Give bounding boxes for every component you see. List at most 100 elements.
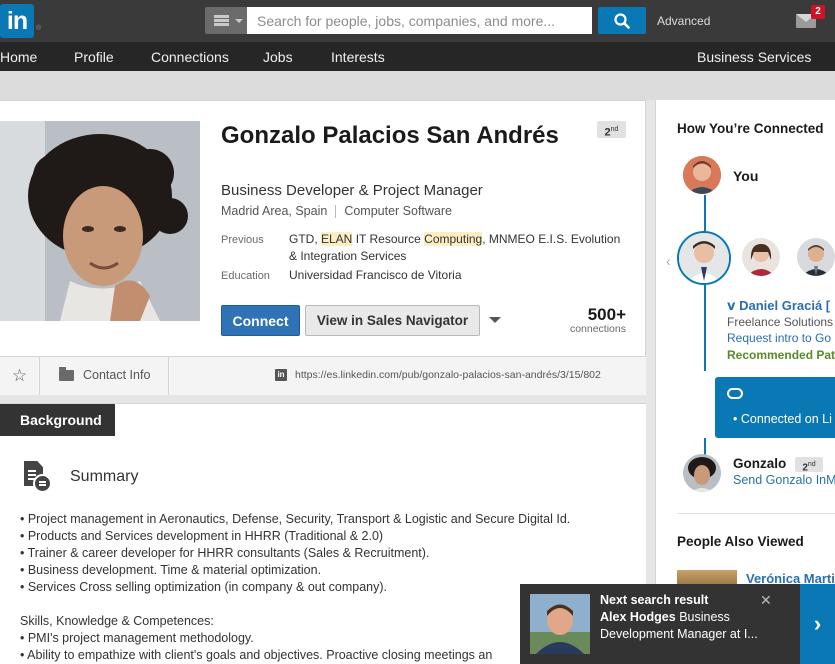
connection-avatar-3[interactable] (797, 238, 835, 276)
connection-avatar-main[interactable] (677, 231, 731, 285)
search-input[interactable] (247, 7, 592, 34)
prev-text: IT Resource (352, 232, 425, 246)
target-avatar[interactable] (683, 454, 721, 492)
prev-text: , MNMEO E.I.S. Evolution (482, 232, 621, 246)
connection-line (704, 283, 706, 371)
search-icon (614, 13, 630, 29)
you-avatar-art (683, 156, 721, 194)
how-connected-title: How You’re Connected (677, 121, 824, 136)
contact-info-button[interactable]: Contact Info (41, 357, 169, 395)
prev-text: GTD, (289, 232, 321, 246)
advanced-search-link[interactable]: Advanced (657, 14, 710, 28)
sales-navigator-button[interactable]: View in Sales Navigator (305, 305, 480, 336)
summary-badge-icon (33, 474, 52, 493)
education-value[interactable]: Universidad Francisco de Vitoria (289, 267, 629, 284)
toast-person-name: Alex Hodges (600, 610, 676, 624)
caret-down-icon (235, 19, 243, 23)
prev-highlight[interactable]: Computing (424, 232, 483, 246)
previous-positions: GTD, ELAN IT Resource Computing, MNMEO E… (289, 231, 629, 265)
nav-business-services[interactable]: Business Services (697, 49, 811, 65)
connected-on-box[interactable]: • Connected on Li (715, 377, 835, 438)
mutual-connection-name[interactable]: ⅴ Daniel Graciá [ (727, 298, 830, 314)
education-label: Education (221, 270, 270, 282)
nav-jobs[interactable]: Jobs (263, 49, 293, 65)
background-tab[interactable]: Background (0, 404, 115, 436)
profile-card: Gonzalo Palacios San Andrés Business Dev… (0, 100, 646, 395)
menu-icon (214, 15, 229, 26)
connection-avatar-art (679, 233, 729, 283)
linked-rings-icon (727, 388, 743, 399)
contact-info-label: Contact Info (83, 368, 151, 382)
summary-line: • PMI's project management methodology. (20, 631, 254, 645)
toast-heading: Next search result (600, 593, 709, 607)
nav-home[interactable]: Home (0, 49, 37, 65)
public-profile-url[interactable]: https://es.linkedin.com/pub/gonzalo-pala… (295, 369, 601, 381)
nav-bar: Home Profile Connections Jobs Interests … (0, 42, 835, 71)
connector-icon: ⅴ (727, 298, 740, 313)
previous-label: Previous (221, 234, 264, 246)
registered-mark: ® (36, 25, 42, 32)
profile-photo-art (0, 121, 200, 321)
next-search-result-toast[interactable]: Next search result Alex Hodges Business … (520, 584, 835, 664)
more-actions-caret-icon[interactable] (489, 317, 501, 323)
degree-suffix: nd (610, 126, 619, 133)
summary-line: • Products and Services development in H… (20, 529, 384, 543)
profile-location-line: Madrid Area, Spain Computer Software (221, 204, 452, 219)
connected-on-text: • Connected on Li (733, 412, 832, 426)
profile-card-footer: ☆ Contact Info in https://es.linkedin.co… (0, 356, 646, 395)
prev-highlight[interactable]: ELAN (321, 232, 353, 246)
summary-line: • Ability to empathize with client's goa… (20, 648, 493, 662)
send-inmail-link[interactable]: Send Gonzalo InM (733, 473, 835, 487)
nav-connections[interactable]: Connections (151, 49, 229, 65)
summary-line: • Trainer & career developer for HHRR co… (20, 546, 430, 560)
nav-profile[interactable]: Profile (74, 49, 114, 65)
connections-label: connections (569, 323, 626, 335)
profile-industry[interactable]: Computer Software (344, 204, 452, 218)
divider (335, 205, 337, 219)
linkedin-logo[interactable]: in (0, 4, 34, 38)
next-result-avatar (530, 594, 590, 654)
star-icon[interactable]: ☆ (0, 357, 40, 395)
how-connected-panel: How You’re Connected You ‹ ⅴ Daniel Grac… (655, 100, 835, 664)
toast-person: Alex Hodges Business Development Manager… (600, 609, 790, 643)
chevron-left-icon[interactable]: ‹ (666, 253, 671, 269)
connections-count: 500+ (587, 305, 626, 324)
banner-stripe (0, 71, 835, 100)
people-also-viewed-title: People Also Viewed (677, 534, 804, 549)
you-label: You (733, 168, 759, 184)
connection-avatar-art (797, 238, 835, 276)
target-degree-badge: 2nd (795, 457, 823, 473)
connect-button[interactable]: Connect (221, 305, 300, 336)
prev-text: & Integration Services (289, 249, 407, 263)
summary-line: Skills, Knowledge & Competences: (20, 614, 214, 628)
target-name[interactable]: Gonzalo (733, 456, 786, 471)
summary-line: • Project management in Aeronautics, Def… (20, 512, 571, 526)
linkedin-mini-icon: in (275, 369, 287, 381)
degree-suffix: nd (807, 461, 816, 468)
search-category-dropdown[interactable] (205, 7, 247, 34)
chevron-right-icon[interactable]: › (800, 584, 835, 664)
mutual-connection-name-text: Daniel Graciá [ (739, 298, 831, 313)
connection-avatar-art (742, 238, 780, 276)
search-button[interactable] (598, 7, 646, 34)
profile-headline: Business Developer & Project Manager (221, 182, 483, 199)
target-avatar-art (683, 454, 721, 492)
summary-line: • Business development. Time & material … (20, 563, 322, 577)
next-result-avatar-art (530, 594, 590, 654)
mutual-connection-headline: Freelance Solutions (727, 315, 834, 329)
profile-photo[interactable] (0, 121, 200, 321)
profile-location[interactable]: Madrid Area, Spain (221, 204, 327, 218)
request-intro-link[interactable]: Request intro to Go (727, 331, 831, 345)
degree-badge: 2nd (597, 121, 626, 139)
summary-line: • Services Cross selling optimization (i… (20, 580, 388, 594)
summary-title: Summary (70, 468, 139, 485)
nav-interests[interactable]: Interests (331, 49, 385, 65)
connection-avatar-2[interactable] (742, 238, 780, 276)
profile-name: Gonzalo Palacios San Andrés (221, 122, 559, 149)
recommended-path-label: Recommended Pat (727, 348, 835, 362)
folder-icon (59, 367, 74, 381)
mail-badge: 2 (811, 5, 825, 19)
close-icon[interactable]: ✕ (760, 592, 772, 609)
divider (677, 513, 835, 514)
you-avatar[interactable] (683, 156, 721, 194)
